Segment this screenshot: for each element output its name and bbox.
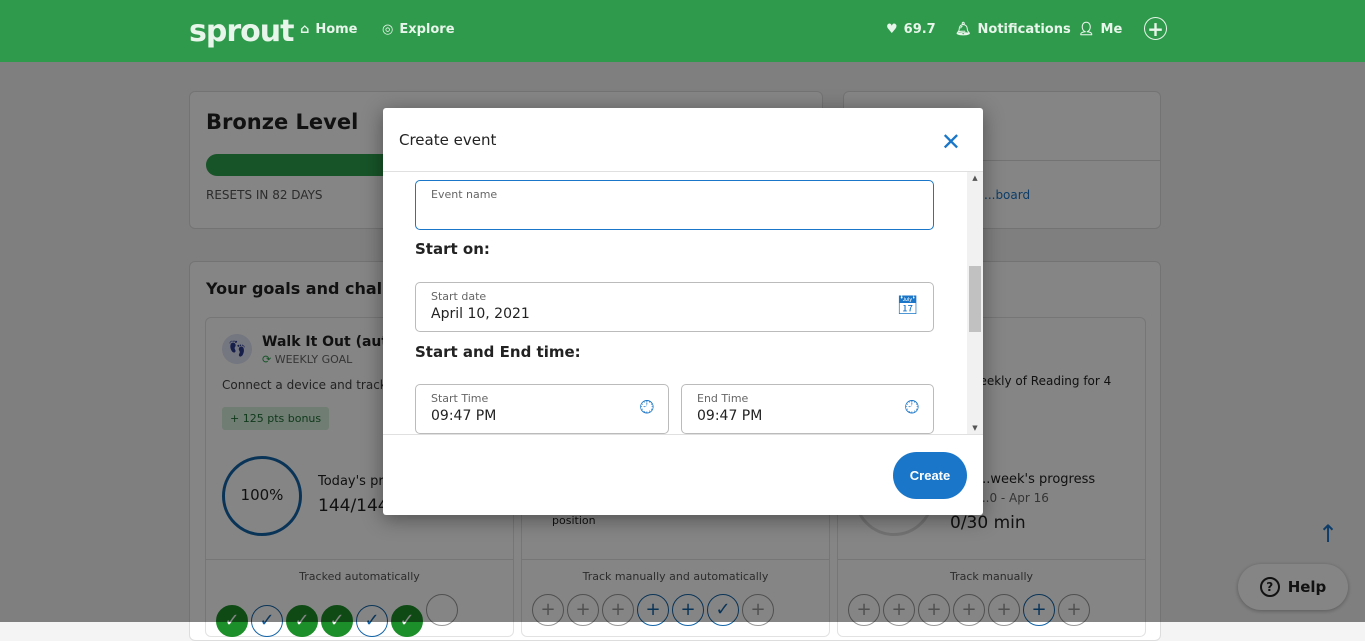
dialog-title: Create event — [399, 130, 497, 149]
bell-icon: 🔔︎ — [955, 22, 972, 37]
nav-me[interactable]: 👤︎ Me — [1078, 22, 1122, 37]
start-on-heading: Start on: — [415, 240, 490, 258]
end-time-input[interactable]: End Time 09:47 PM 🕘︎ — [681, 384, 934, 434]
nav-notifications-label: Notifications — [977, 22, 1071, 37]
nav-home[interactable]: ⌂ Home — [300, 22, 358, 37]
close-icon[interactable]: ✕ — [941, 128, 961, 156]
event-name-input[interactable]: Event name — [415, 180, 934, 230]
dialog-body: Event name Start on: Start date April 10,… — [383, 172, 983, 434]
nav-home-label: Home — [315, 22, 358, 37]
time-heading: Start and End time: — [415, 343, 581, 361]
dialog-header: Create event — [383, 108, 983, 172]
sprout-logo[interactable]: sprout — [189, 14, 294, 49]
create-event-dialog: Create event ✕ Event name Start on: Star… — [383, 108, 983, 515]
dialog-scrollbar[interactable]: ▲ ▼ — [967, 172, 983, 434]
compass-icon: ◎ — [382, 22, 394, 37]
clock-icon[interactable]: 🕘︎ — [905, 397, 919, 418]
calendar-icon[interactable]: 📅︎ — [896, 295, 919, 316]
home-icon: ⌂ — [300, 22, 310, 37]
points-value: 69.7 — [903, 22, 936, 37]
nav-explore-label: Explore — [399, 22, 455, 37]
heart-icon: ♥ — [886, 22, 898, 37]
clock-icon[interactable]: 🕘︎ — [640, 397, 654, 418]
nav-me-label: Me — [1100, 22, 1123, 37]
nav-explore[interactable]: ◎ Explore — [382, 22, 455, 37]
add-icon[interactable]: + — [1144, 17, 1167, 41]
dialog-footer: Create — [383, 434, 983, 515]
user-icon: 👤︎ — [1078, 22, 1095, 37]
nav-notifications[interactable]: 🔔︎ Notifications — [955, 22, 1071, 37]
nav-points[interactable]: ♥ 69.7 — [886, 22, 936, 37]
top-nav: sprout ⌂ Home ◎ Explore ♥ 69.7 🔔︎ Notificati… — [0, 0, 1365, 62]
create-button[interactable]: Create — [893, 452, 967, 499]
start-date-input[interactable]: Start date April 10, 2021 📅︎ — [415, 282, 934, 332]
start-time-input[interactable]: Start Time 09:47 PM 🕘︎ — [415, 384, 669, 434]
